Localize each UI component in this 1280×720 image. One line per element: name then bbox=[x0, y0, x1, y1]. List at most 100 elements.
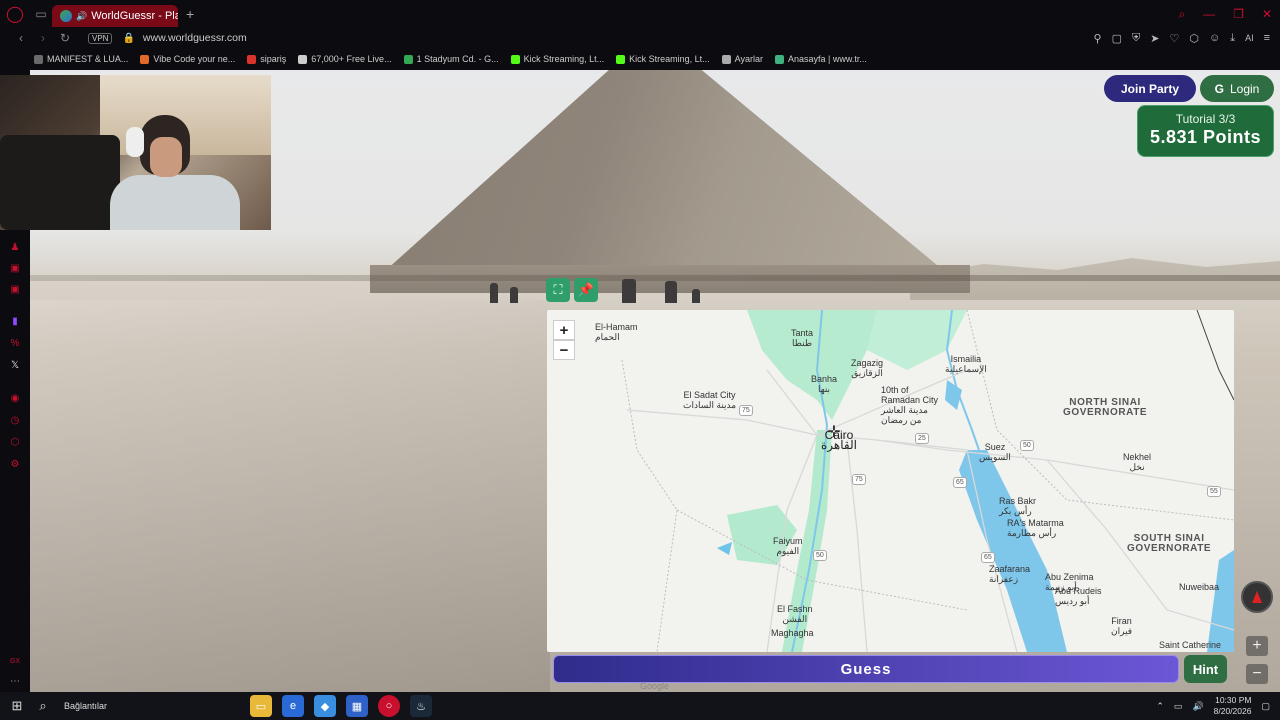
bookmark-item[interactable]: Ayarlar bbox=[721, 54, 763, 64]
windows-start-icon[interactable]: ⊞ bbox=[4, 692, 30, 720]
shield-icon[interactable]: ⛨ bbox=[1132, 32, 1140, 45]
bookmark-item[interactable]: MANIFEST & LUA... bbox=[34, 54, 128, 64]
map-zoom-in-button[interactable]: + bbox=[553, 320, 575, 340]
network-icon[interactable]: ▭ bbox=[1174, 701, 1183, 712]
menu-icon[interactable]: ≡ bbox=[1264, 32, 1270, 44]
maximize-icon[interactable]: ❐ bbox=[1233, 7, 1244, 21]
road-shield: 75 bbox=[852, 474, 866, 485]
bookmark-item[interactable]: 1 Stadyum Cd. - G... bbox=[403, 54, 499, 64]
google-icon: G bbox=[1214, 81, 1224, 96]
sidebar-more-icon[interactable]: ⋯ bbox=[9, 676, 21, 688]
map-zoom-out-button[interactable]: − bbox=[553, 340, 575, 360]
ai-icon[interactable]: AI bbox=[1245, 33, 1254, 43]
send-icon[interactable]: ➤ bbox=[1150, 32, 1159, 45]
bookmark-item[interactable]: Anasayfa | www.tr... bbox=[775, 54, 867, 64]
clock-time: 10:30 PM bbox=[1215, 695, 1252, 705]
reload-icon[interactable]: ↻ bbox=[56, 31, 74, 45]
bookmark-favicon-icon bbox=[298, 54, 308, 64]
bookmark-label: Vibe Code your ne... bbox=[153, 54, 236, 64]
sidebar-player-icon[interactable]: ◉ bbox=[9, 393, 21, 405]
streetview-zoom-out-button[interactable]: − bbox=[1246, 664, 1268, 684]
guess-map[interactable]: El-Hamam الحمام Tanta طنطا Zagazig الزقازيق… bbox=[547, 310, 1234, 652]
sidebar-aria-icon[interactable]: ♟ bbox=[9, 242, 21, 254]
download-icon[interactable]: ⤓ bbox=[1230, 32, 1235, 45]
pin-map-icon[interactable]: 📌 bbox=[574, 278, 598, 302]
map-label-sadat: El Sadat City مدينة السادات bbox=[683, 390, 737, 410]
map-region-south-sinai: SOUTH SINAI GOVERNORATE bbox=[1127, 533, 1212, 554]
opera-gx-icon[interactable]: ○ bbox=[378, 695, 400, 717]
vpn-badge[interactable]: VPN bbox=[88, 32, 113, 44]
sidebar-settings-icon[interactable]: ⚙ bbox=[9, 459, 21, 471]
hint-button[interactable]: Hint bbox=[1184, 655, 1227, 683]
login-button[interactable]: G Login bbox=[1200, 75, 1274, 102]
taskbar-apps: ▭ e ◆ ▦ ○ ♨ bbox=[250, 692, 432, 720]
bookmark-favicon-icon bbox=[775, 54, 785, 64]
sidebar-history-icon[interactable]: ◷ bbox=[9, 415, 21, 427]
opera-logo-icon[interactable]: ◯ bbox=[0, 0, 30, 28]
screen: ◯ ▭ 🔊 WorldGuessr - Play Ge + ⌕ — ❐ ✕ ‹ … bbox=[0, 0, 1280, 720]
cursor-crosshair-icon: ✛ bbox=[827, 424, 841, 441]
sidebar-instagram-icon[interactable]: ▣ bbox=[9, 284, 21, 296]
profile-icon[interactable]: ☺ bbox=[1209, 32, 1220, 44]
search-icon[interactable]: ⌕ bbox=[1178, 7, 1185, 22]
tab-worldguessr[interactable]: 🔊 WorldGuessr - Play Ge bbox=[52, 5, 178, 27]
map-label-nuweibaa: Nuweibaa bbox=[1179, 582, 1220, 592]
sidebar-tiktok-icon[interactable]: % bbox=[9, 338, 21, 350]
steam-icon[interactable]: ♨ bbox=[410, 695, 432, 717]
edge-icon[interactable]: e bbox=[282, 695, 304, 717]
bookmark-item[interactable]: Kick Streaming, Lt... bbox=[510, 54, 605, 64]
volume-icon[interactable]: 🔊 bbox=[1192, 701, 1203, 712]
bookmark-item[interactable]: sipariş bbox=[247, 54, 286, 64]
search-icon[interactable]: ⌕ bbox=[30, 692, 56, 720]
map-label-faiyum: Faiyum الفيوم bbox=[773, 536, 803, 556]
back-icon[interactable]: ‹ bbox=[12, 31, 30, 45]
bookmark-label: 67,000+ Free Live... bbox=[311, 54, 392, 64]
forward-icon[interactable]: › bbox=[34, 31, 52, 45]
clock[interactable]: 10:30 PM 8/20/2026 bbox=[1214, 695, 1252, 717]
sidebar-extensions-icon[interactable]: ⬡ bbox=[9, 437, 21, 449]
bookmark-item[interactable]: Kick Streaming, Lt... bbox=[616, 54, 710, 64]
sidebar-x-icon[interactable]: 𝕏 bbox=[9, 360, 21, 372]
stone-ground bbox=[30, 300, 550, 692]
join-party-button[interactable]: Join Party bbox=[1104, 75, 1196, 102]
bookmark-favicon-icon bbox=[403, 54, 413, 64]
bookmark-item[interactable]: Vibe Code your ne... bbox=[140, 54, 235, 64]
snapshot-icon[interactable]: ▢ bbox=[1112, 32, 1122, 45]
url-text[interactable]: www.worldguessr.com bbox=[143, 32, 247, 44]
notifications-icon[interactable]: ▢ bbox=[1261, 701, 1270, 712]
login-label: Login bbox=[1229, 81, 1260, 96]
worldguessr-favicon-icon bbox=[60, 10, 72, 22]
streetview-zoom-in-button[interactable]: + bbox=[1246, 636, 1268, 656]
extensions-icon[interactable]: ⬡ bbox=[1189, 32, 1199, 45]
tab-title: WorldGuessr - Play Ge bbox=[91, 10, 178, 22]
minimize-icon[interactable]: — bbox=[1203, 7, 1215, 21]
heart-icon[interactable]: ♡ bbox=[1169, 32, 1179, 45]
close-icon[interactable]: ✕ bbox=[1262, 7, 1272, 21]
sidebar-twitch-icon[interactable]: ▮ bbox=[9, 316, 21, 328]
tutorial-progress: Tutorial 3/3 bbox=[1175, 112, 1236, 126]
map-basemap bbox=[621, 310, 1234, 652]
taskbar-search-text[interactable]: Bağlantılar bbox=[64, 701, 107, 711]
tab-menu-icon[interactable]: ▭ bbox=[30, 0, 52, 28]
expand-map-icon[interactable]: ⛶ bbox=[546, 278, 570, 302]
map-label-rasmatarma: RA's Matarma رأس مطارمة bbox=[1007, 518, 1064, 538]
file-explorer-icon[interactable]: ▭ bbox=[250, 695, 272, 717]
new-tab-button[interactable]: + bbox=[178, 6, 202, 22]
compass-icon[interactable] bbox=[1241, 581, 1273, 613]
store-icon[interactable]: ▦ bbox=[346, 695, 368, 717]
bookmark-favicon-icon bbox=[140, 54, 150, 64]
bookmark-favicon-icon bbox=[34, 54, 43, 64]
clock-date: 8/20/2026 bbox=[1213, 706, 1252, 716]
app-icon[interactable]: ◆ bbox=[314, 695, 336, 717]
tourists bbox=[490, 275, 740, 303]
pyramid bbox=[375, 70, 955, 280]
tray-chevron-icon[interactable]: ⌃ bbox=[1156, 701, 1164, 712]
pin-icon[interactable]: ⚲ bbox=[1094, 32, 1102, 45]
bookmark-label: Kick Streaming, Lt... bbox=[523, 54, 605, 64]
guess-button[interactable]: Guess bbox=[553, 655, 1179, 683]
lock-icon[interactable]: 🔒 bbox=[122, 33, 134, 44]
sidebar-gx-icon[interactable]: GX bbox=[9, 656, 21, 668]
bookmark-item[interactable]: 67,000+ Free Live... bbox=[298, 54, 392, 64]
speaker-icon[interactable]: 🔊 bbox=[76, 11, 87, 22]
sidebar-messenger-icon[interactable]: ▣ bbox=[9, 263, 21, 275]
